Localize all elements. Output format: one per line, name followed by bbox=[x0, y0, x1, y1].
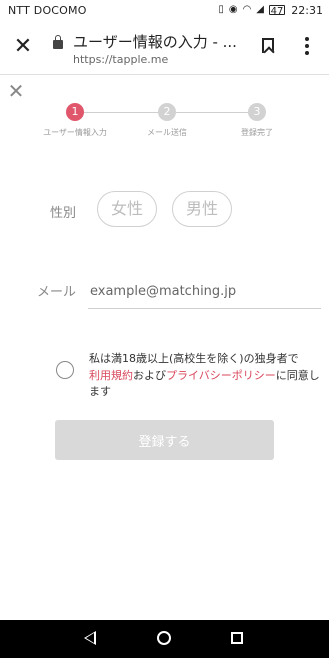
clock: 22:31 bbox=[291, 4, 323, 17]
gender-female-button[interactable]: 女性 bbox=[97, 191, 157, 227]
registration-stepper: 1 2 3 ユーザー情報入力 メール送信 登録完了 bbox=[0, 102, 329, 142]
step-3-circle: 3 bbox=[248, 103, 266, 121]
and-text: および bbox=[133, 368, 166, 382]
close-tab-icon[interactable]: ✕ bbox=[12, 36, 34, 58]
recent-apps-icon[interactable] bbox=[231, 632, 243, 644]
page-title: ユーザー情報の入力 - ... bbox=[73, 33, 237, 51]
step-connector bbox=[176, 112, 248, 113]
bookmark-icon[interactable] bbox=[262, 38, 274, 53]
email-label: メール bbox=[37, 285, 77, 300]
step-3-label: 登録完了 bbox=[241, 128, 273, 137]
agree-prefix: 私は満18歳以上(高校生を除く)の独身者で bbox=[89, 352, 299, 365]
home-icon[interactable] bbox=[157, 631, 171, 645]
vibrate-icon: ▯ bbox=[218, 4, 224, 15]
register-button[interactable]: 登録する bbox=[55, 420, 274, 460]
step-1-circle: 1 bbox=[66, 103, 84, 121]
step-connector bbox=[84, 112, 158, 113]
browser-toolbar: ✕ ユーザー情報の入力 - ... https://tapple.me bbox=[0, 22, 329, 75]
wifi-icon: ◠ bbox=[242, 4, 252, 15]
system-nav-bar bbox=[0, 620, 329, 658]
email-input[interactable] bbox=[88, 275, 321, 309]
gender-label: 性別 bbox=[50, 206, 77, 221]
carrier-name: NTT DOCOMO bbox=[8, 4, 87, 17]
signal-icon: ◢ bbox=[256, 4, 264, 15]
privacy-policy-link[interactable]: プライバシーポリシー bbox=[166, 369, 276, 382]
agreement-text: 私は満18歳以上(高校生を除く)の独身者で 利用規約およびプライバシーポリシーに… bbox=[89, 351, 329, 401]
more-menu-icon[interactable] bbox=[305, 37, 309, 55]
page-url[interactable]: https://tapple.me bbox=[73, 53, 168, 66]
back-icon[interactable] bbox=[84, 631, 96, 645]
step-2-circle: 2 bbox=[158, 103, 176, 121]
status-icons: ▯ ◉ ◠ ◢ 47 bbox=[218, 4, 285, 17]
lock-icon bbox=[53, 35, 63, 49]
form-close-icon[interactable]: ✕ bbox=[7, 81, 25, 101]
step-1-label: ユーザー情報入力 bbox=[43, 128, 107, 137]
gender-male-button[interactable]: 男性 bbox=[172, 191, 232, 227]
terms-link[interactable]: 利用規約 bbox=[89, 369, 133, 382]
battery-icon: 47 bbox=[269, 5, 285, 17]
status-bar: NTT DOCOMO ▯ ◉ ◠ ◢ 47 22:31 bbox=[0, 0, 329, 22]
agree-checkbox[interactable] bbox=[56, 361, 74, 379]
eye-icon: ◉ bbox=[228, 4, 238, 15]
step-2-label: メール送信 bbox=[147, 128, 187, 137]
